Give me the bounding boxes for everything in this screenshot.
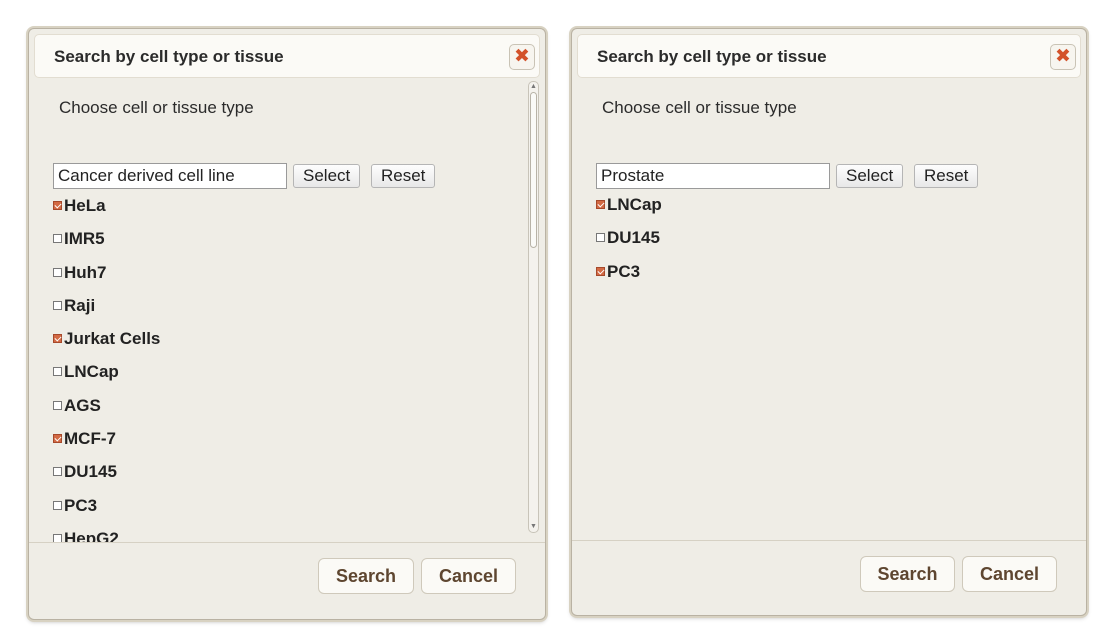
reset-button[interactable]: Reset [914,164,979,188]
list-item[interactable]: PC3 [53,496,160,529]
checkbox[interactable] [53,267,62,277]
list-item[interactable]: Huh7 [53,263,160,296]
dialog-titlebar: Search by cell type or tissue ✖ [577,34,1081,78]
scroll-up-icon[interactable]: ▲ [529,83,538,91]
list-item[interactable]: IMR5 [53,229,160,262]
search-button[interactable]: Search [860,556,955,592]
checkbox[interactable] [53,234,62,244]
dialog-content: Choose cell or tissue type Select Reset … [572,79,1086,539]
list-item-label: HepG2 [64,528,119,543]
checkbox[interactable] [53,300,62,310]
scroll-thumb[interactable] [530,92,537,248]
list-item-label: PC3 [607,261,641,281]
list-item[interactable]: HepG2 [53,529,160,543]
cancel-button[interactable]: Cancel [962,556,1057,592]
cell-type-list: HeLa IMR5 Huh7 Raji Jurkat Cells LNCap A… [53,196,160,543]
close-icon[interactable]: ✖ [509,44,535,70]
checkbox-checked[interactable] [53,334,62,344]
list-item-label: LNCap [64,362,119,382]
list-item[interactable]: HeLa [53,196,160,229]
dialog-footer: Search Cancel [29,542,545,619]
list-item-label: Huh7 [64,262,107,282]
list-item[interactable]: PC3 [596,262,662,295]
select-button[interactable]: Select [293,164,361,188]
dialog-title: Search by cell type or tissue [597,47,827,66]
list-scrollbar[interactable]: ▲ ▼ [528,81,539,533]
list-item-label: MCF-7 [64,429,116,449]
list-item[interactable]: LNCap [53,362,160,395]
list-item-label: AGS [64,395,101,415]
list-item-label: IMR5 [64,229,105,249]
list-item-label: LNCap [607,195,662,214]
cell-search-dialog-2: Search by cell type or tissue ✖ Choose c… [571,28,1087,616]
dialog-content: Choose cell or tissue type Select Reset … [29,79,545,543]
checkbox-checked[interactable] [53,434,62,444]
list-item[interactable]: LNCap [596,195,662,228]
cancel-button[interactable]: Cancel [421,558,516,594]
list-item-label: Raji [64,295,96,315]
select-button[interactable]: Select [836,164,904,188]
list-item[interactable]: Raji [53,296,160,329]
checkbox[interactable] [53,500,62,510]
tissue-filter-input[interactable] [53,163,287,189]
list-item-label: DU145 [607,228,660,248]
list-item-label: DU145 [64,462,117,482]
list-item[interactable]: AGS [53,396,160,429]
dialog-subtitle: Choose cell or tissue type [602,98,797,117]
checkbox-checked[interactable] [53,201,62,210]
dialog-title: Search by cell type or tissue [54,47,284,66]
list-item[interactable]: DU145 [596,228,662,261]
checkbox[interactable] [596,233,605,243]
tissue-filter-input[interactable] [596,163,830,189]
search-button[interactable]: Search [318,558,414,594]
checkbox[interactable] [53,400,62,410]
checkbox[interactable] [53,467,62,477]
list-item-label: HeLa [64,196,106,215]
checkbox-checked[interactable] [596,266,605,276]
close-icon[interactable]: ✖ [1050,44,1076,70]
list-item-label: PC3 [64,495,98,515]
list-item[interactable]: Jurkat Cells [53,329,160,362]
list-item[interactable]: MCF-7 [53,429,160,462]
checkbox-checked[interactable] [596,200,605,209]
list-item[interactable]: DU145 [53,462,160,495]
dialog-titlebar: Search by cell type or tissue ✖ [34,34,540,78]
checkbox[interactable] [53,367,62,377]
reset-button[interactable]: Reset [371,164,436,188]
cell-type-list: LNCap DU145 PC3 [596,195,662,295]
list-item-label: Jurkat Cells [64,329,161,349]
cell-search-dialog-1: Search by cell type or tissue ✖ Choose c… [28,28,546,620]
dialog-subtitle: Choose cell or tissue type [59,98,254,117]
dialog-footer: Search Cancel [572,540,1086,615]
scroll-down-icon[interactable]: ▼ [529,523,538,531]
